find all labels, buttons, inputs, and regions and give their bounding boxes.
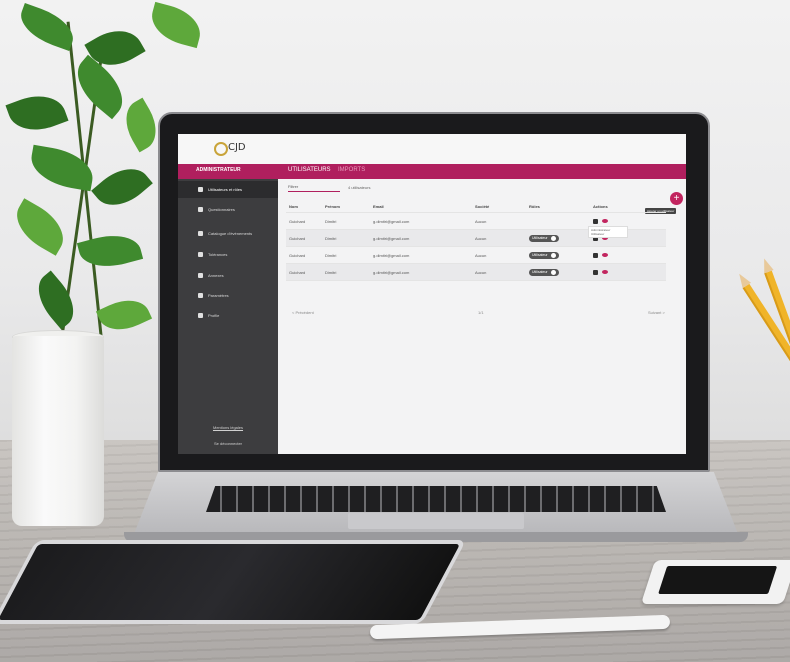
smartphone bbox=[640, 560, 790, 604]
add-user-button[interactable]: + bbox=[670, 192, 683, 205]
tablet bbox=[0, 540, 467, 624]
scale-icon bbox=[198, 252, 203, 257]
cell-email: g.dimitri@gmail.com bbox=[373, 269, 410, 275]
sidebar-item-label: Questionnaires bbox=[208, 207, 235, 212]
cell-prenom: Dimitri bbox=[325, 269, 337, 275]
cell-societe: Aucun bbox=[475, 252, 487, 258]
users-icon bbox=[198, 187, 203, 192]
app-header: CJD bbox=[178, 134, 686, 164]
table-header: Nom Prénom Email Société Rôles Actions bbox=[286, 200, 666, 213]
role-option-user[interactable]: Utilisateur bbox=[591, 232, 625, 236]
cell-societe: Aucun bbox=[475, 218, 487, 224]
app-logo[interactable]: CJD bbox=[214, 140, 252, 160]
table-row[interactable]: Guichard Dimitri g.dimitri@gmail.com Auc… bbox=[286, 264, 666, 281]
sidebar-item-label: Profile bbox=[208, 313, 220, 318]
sidebar-item-label: Paramètres bbox=[208, 293, 229, 298]
white-mug bbox=[12, 336, 104, 526]
cell-nom: Guichard bbox=[289, 252, 306, 258]
cell-actions bbox=[593, 269, 653, 275]
gear-icon bbox=[198, 293, 203, 298]
edit-icon[interactable] bbox=[593, 252, 598, 258]
col-nom[interactable]: Nom bbox=[286, 204, 325, 209]
role-pill[interactable]: Utilisateur bbox=[529, 268, 559, 276]
users-table: Nom Prénom Email Société Rôles Actions G… bbox=[286, 200, 666, 281]
filter-underline bbox=[288, 191, 340, 192]
logout-button[interactable]: Se déconnecter bbox=[178, 441, 278, 446]
col-roles[interactable]: Rôles bbox=[529, 204, 593, 209]
col-email[interactable]: Email bbox=[373, 204, 475, 209]
page-indicator: 1/1 bbox=[478, 310, 484, 315]
sidebar-item-annexes[interactable]: Annexes bbox=[178, 267, 278, 284]
cell-societe: Aucun bbox=[475, 235, 487, 241]
user-count: 4 utilisateurs bbox=[348, 185, 371, 190]
role-pill-label: Utilisateur bbox=[532, 253, 548, 257]
role-title: ADMINISTRATEUR bbox=[196, 167, 241, 173]
role-pill[interactable]: Utilisateur bbox=[529, 234, 559, 242]
sidebar-item-label: Utilisateurs et rôles bbox=[208, 187, 243, 192]
col-societe[interactable]: Société bbox=[475, 204, 529, 209]
role-pill-label: Utilisateur bbox=[532, 270, 548, 274]
cell-nom: Guichard bbox=[289, 269, 306, 275]
sidebar-item-label: Tolérances bbox=[208, 252, 228, 257]
sidebar-item-tolerances[interactable]: Tolérances bbox=[178, 246, 278, 263]
sidebar-item-catalogue[interactable]: Catalogue d'évènements bbox=[178, 225, 278, 242]
attachment-icon bbox=[198, 273, 203, 278]
legal-link[interactable]: Mentions légales bbox=[178, 425, 278, 430]
cell-roles: Utilisateur bbox=[529, 251, 593, 259]
cell-prenom: Dimitri bbox=[325, 218, 337, 224]
logo-icon bbox=[214, 142, 228, 156]
cell-prenom: Dimitri bbox=[325, 252, 337, 258]
cell-nom: Guichard bbox=[289, 235, 306, 241]
role-dropdown: Administrateur Utilisateur bbox=[588, 226, 628, 238]
view-icon[interactable] bbox=[602, 219, 608, 223]
cell-roles: Utilisateur bbox=[529, 268, 593, 276]
edit-icon[interactable] bbox=[593, 218, 598, 224]
remove-role-icon[interactable] bbox=[550, 269, 556, 275]
cell-email: g.dimitri@gmail.com bbox=[373, 252, 410, 258]
cell-roles: Utilisateur bbox=[529, 234, 593, 242]
sidebar-item-label: Catalogue d'évènements bbox=[208, 231, 253, 236]
cell-societe: Aucun bbox=[475, 269, 487, 275]
remove-role-icon[interactable] bbox=[550, 235, 556, 241]
cell-email: g.dimitri@gmail.com bbox=[373, 218, 410, 224]
logo-text: CJD bbox=[228, 142, 246, 153]
col-prenom[interactable]: Prénom bbox=[325, 204, 373, 209]
sidebar-item-questionnaires[interactable]: Questionnaires bbox=[178, 201, 278, 218]
cell-actions bbox=[593, 218, 653, 224]
sidebar-item-profile[interactable]: Profile bbox=[178, 307, 278, 324]
filter-input[interactable]: Filtrer bbox=[288, 184, 298, 189]
sidebar-item-users[interactable]: Utilisateurs et rôles bbox=[178, 181, 278, 198]
document-icon bbox=[198, 207, 203, 212]
laptop-keyboard bbox=[206, 486, 666, 512]
laptop-screen: CJD ADMINISTRATEUR UTILISATEURS IMPORTS … bbox=[178, 134, 686, 454]
user-icon bbox=[198, 313, 203, 318]
calendar-icon bbox=[198, 231, 203, 236]
cell-nom: Guichard bbox=[289, 218, 306, 224]
next-page-button[interactable]: Suivant > bbox=[648, 310, 665, 315]
col-actions: Actions bbox=[593, 203, 608, 209]
remove-role-icon[interactable] bbox=[550, 252, 556, 258]
cell-actions bbox=[593, 252, 653, 258]
cell-email: g.dimitri@gmail.com bbox=[373, 235, 410, 241]
table-row[interactable]: Guichard Dimitri g.dimitri@gmail.com Auc… bbox=[286, 247, 666, 264]
prev-page-button[interactable]: < Précédent bbox=[292, 310, 314, 315]
cell-prenom: Dimitri bbox=[325, 235, 337, 241]
sidebar-item-label: Annexes bbox=[208, 273, 224, 278]
sidebar-item-parametres[interactable]: Paramètres bbox=[178, 287, 278, 304]
sidebar: Utilisateurs et rôles Questionnaires Cat… bbox=[178, 179, 278, 454]
top-bar bbox=[178, 164, 686, 179]
edit-icon[interactable] bbox=[593, 269, 598, 275]
laptop-trackpad bbox=[348, 513, 524, 529]
tab-utilisateurs[interactable]: UTILISATEURS bbox=[288, 167, 331, 173]
tab-imports[interactable]: IMPORTS bbox=[338, 167, 365, 173]
role-pill-label: Utilisateur bbox=[532, 236, 548, 240]
role-pill[interactable]: Utilisateur bbox=[529, 251, 559, 259]
view-icon[interactable] bbox=[602, 253, 608, 257]
smartphone-screen bbox=[658, 566, 778, 594]
view-icon[interactable] bbox=[602, 270, 608, 274]
